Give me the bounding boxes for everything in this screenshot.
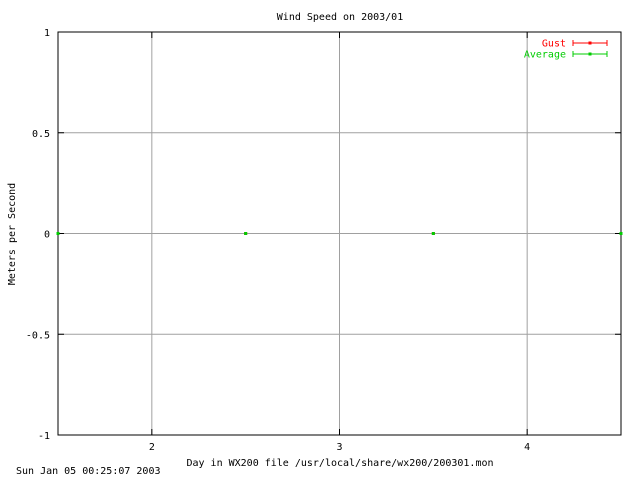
y-axis-label: Meters per Second (7, 183, 18, 285)
x-axis-label: Day in WX200 file /usr/local/share/wx200… (186, 458, 493, 469)
y-tick-label: 0 (44, 230, 50, 241)
legend-marker-average (588, 52, 592, 56)
data-point-average (619, 232, 623, 235)
wind-speed-chart: -1 -0.5 0 0.5 1 2 3 4 GustAverage Wind Speed on… (7, 12, 623, 469)
y-tick-label: 0.5 (32, 129, 50, 140)
legend-label-average: Average (524, 50, 566, 61)
x-tick-label: 4 (524, 442, 530, 453)
y-tick-label: -0.5 (26, 330, 50, 341)
chart-title: Wind Speed on 2003/01 (277, 12, 403, 23)
data-point-average (431, 232, 435, 235)
y-tick-label: 1 (44, 28, 50, 39)
x-tick-label: 2 (149, 442, 155, 453)
legend-label-gust: Gust (542, 39, 566, 50)
y-tick-label: -1 (38, 431, 50, 442)
data-point-average (56, 232, 60, 235)
legend-marker-gust (588, 41, 592, 45)
x-tick-label: 3 (336, 442, 342, 453)
generated-timestamp: Sun Jan 05 00:25:07 2003 (16, 466, 161, 477)
data-point-average (244, 232, 248, 235)
